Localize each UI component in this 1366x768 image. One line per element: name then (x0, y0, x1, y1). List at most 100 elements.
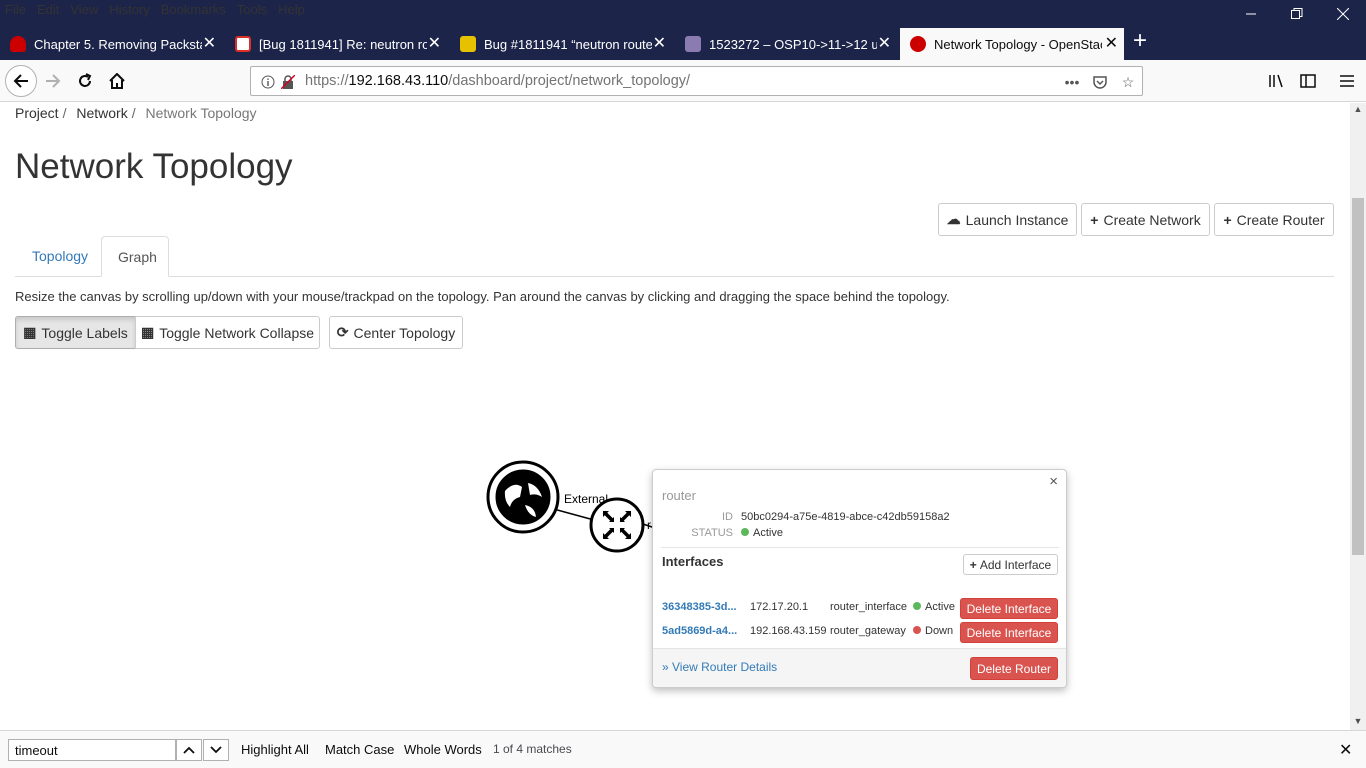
browser-tab-active[interactable]: Network Topology - OpenStack ✕ (900, 28, 1124, 60)
create-network-button[interactable]: + Create Network (1081, 203, 1210, 236)
refresh-icon: ⟳ (336, 324, 349, 340)
new-tab-icon[interactable]: + (1128, 29, 1152, 54)
add-interface-label: Add Interface (979, 557, 1052, 572)
router-popup: × router ID 50bc0294-a75e-4819-abce-c42d… (652, 469, 1067, 688)
plus-icon: + (1090, 211, 1099, 228)
interface-row: 36348385-3d... 172.17.20.1 router_interf… (662, 598, 1062, 619)
home-icon[interactable] (103, 67, 131, 95)
find-next-icon[interactable] (203, 739, 229, 761)
bookmark-star-icon[interactable]: ☆ (1119, 73, 1137, 91)
bugzilla-favicon-icon (685, 36, 701, 52)
create-router-button[interactable]: + Create Router (1214, 203, 1334, 236)
launch-instance-button[interactable]: ☁ Launch Instance (938, 203, 1077, 236)
whole-words-toggle[interactable]: Whole Words (404, 742, 482, 757)
close-tab-icon[interactable]: ✕ (203, 36, 216, 52)
page-actions-icon[interactable]: ••• (1063, 73, 1081, 91)
pocket-icon[interactable] (1091, 73, 1109, 91)
library-icon[interactable] (1262, 67, 1290, 95)
page-title: Network Topology (15, 147, 293, 186)
popup-title: router (662, 488, 696, 503)
scroll-down-arrow-icon[interactable]: ▼ (1352, 716, 1364, 728)
browser-tab[interactable]: 1523272 – OSP10->11->12 upg ✕ (675, 28, 897, 60)
tab-title: Chapter 5. Removing Packstack (34, 36, 202, 52)
close-tab-icon[interactable]: ✕ (653, 36, 666, 52)
close-tab-icon[interactable]: ✕ (1105, 36, 1118, 52)
hamburger-menu-icon[interactable] (1333, 67, 1361, 95)
breadcrumb-network[interactable]: Network (76, 105, 127, 121)
interface-status: Active (913, 601, 955, 613)
forward-arrow-icon[interactable] (39, 67, 67, 95)
menu-edit[interactable]: Edit (32, 0, 65, 22)
interface-row: 5ad5869d-a4... 192.168.43.159 router_gat… (662, 622, 1062, 643)
find-match-count: 1 of 4 matches (493, 742, 572, 756)
browser-tab[interactable]: Bug #1811941 “neutron routers ✕ (450, 28, 672, 60)
close-icon[interactable]: × (1049, 473, 1058, 490)
menu-history[interactable]: History (104, 0, 155, 22)
launch-instance-label: Launch Instance (965, 211, 1069, 228)
interfaces-heading: Interfaces (662, 554, 724, 569)
close-find-bar-icon[interactable]: ✕ (1339, 740, 1352, 760)
toggle-labels-button[interactable]: ▦ Toggle Labels (15, 316, 136, 349)
router-node-icon[interactable] (589, 497, 645, 553)
close-tab-icon[interactable]: ✕ (878, 36, 891, 52)
breadcrumb-project[interactable]: Project (15, 105, 59, 121)
create-network-label: Create Network (1103, 211, 1201, 228)
delete-router-button[interactable]: Delete Router (970, 657, 1058, 680)
tab-strip: Chapter 5. Removing Packstack ✕ [Bug 181… (0, 22, 1366, 60)
popup-footer: » View Router Details Delete Router (653, 648, 1066, 687)
id-label: ID (722, 511, 733, 523)
menu-file[interactable]: File (0, 0, 32, 22)
menu-help[interactable]: Help (273, 0, 311, 22)
interface-status-value: Down (925, 625, 954, 637)
browser-tab[interactable]: [Bug 1811941] Re: neutron rout ✕ (225, 28, 447, 60)
scrollbar-thumb[interactable] (1352, 198, 1364, 555)
interface-id-link[interactable]: 5ad5869d-a4... (662, 625, 737, 637)
back-arrow-icon[interactable] (5, 65, 37, 97)
interface-ip: 192.168.43.159 (750, 625, 827, 637)
info-icon[interactable] (259, 73, 277, 91)
center-topology-label: Center Topology (353, 324, 456, 341)
delete-interface-button[interactable]: Delete Interface (960, 598, 1058, 619)
close-tab-icon[interactable]: ✕ (428, 36, 441, 52)
interface-status: Down (913, 625, 953, 637)
insecure-lock-icon[interactable] (279, 73, 297, 91)
browser-tab[interactable]: Chapter 5. Removing Packstack ✕ (0, 28, 222, 60)
divider (661, 547, 1059, 548)
toggle-network-collapse-button[interactable]: ▦ Toggle Network Collapse (135, 316, 320, 349)
router-status-value: Active (753, 527, 783, 539)
tab-topology[interactable]: Topology (15, 236, 105, 277)
sidebar-icon[interactable] (1294, 67, 1322, 95)
center-topology-button[interactable]: ⟳ Center Topology (329, 316, 463, 349)
find-input[interactable] (8, 739, 176, 761)
view-tabs: Topology Graph (15, 236, 1334, 277)
interface-type: router_gateway (830, 625, 906, 637)
interface-id-link[interactable]: 36348385-3d... (662, 601, 737, 613)
find-previous-icon[interactable] (176, 739, 202, 761)
menu-bar: File Edit View History Bookmarks Tools H… (0, 0, 311, 22)
router-label: r (647, 518, 651, 532)
status-dot-icon (913, 626, 921, 635)
reload-icon[interactable] (71, 67, 99, 95)
topology-graph[interactable]: External r (480, 453, 660, 563)
delete-interface-button[interactable]: Delete Interface (960, 622, 1058, 643)
url-bar[interactable]: https://192.168.43.110/dashboard/project… (250, 66, 1143, 96)
view-router-details-link[interactable]: » View Router Details (662, 660, 777, 674)
add-interface-button[interactable]: + Add Interface (963, 554, 1058, 575)
find-bar: Highlight All Match Case Whole Words 1 o… (0, 730, 1366, 768)
redhat-favicon-icon (10, 36, 26, 52)
tab-title: [Bug 1811941] Re: neutron rout (259, 36, 427, 52)
menu-view[interactable]: View (65, 0, 104, 22)
highlight-all-toggle[interactable]: Highlight All (241, 742, 309, 757)
plus-icon: + (1223, 211, 1232, 228)
external-network-node-icon[interactable] (486, 460, 560, 534)
gmail-favicon-icon (235, 36, 251, 52)
tab-title: Network Topology - OpenStack (934, 36, 1102, 52)
tab-graph[interactable]: Graph (101, 236, 169, 277)
match-case-toggle[interactable]: Match Case (325, 742, 394, 757)
scroll-up-arrow-icon[interactable]: ▲ (1352, 104, 1364, 116)
status-label: STATUS (691, 527, 733, 539)
breadcrumb: Project / Network / Network Topology (15, 105, 257, 121)
canvas-hint-text: Resize the canvas by scrolling up/down w… (15, 289, 950, 304)
menu-tools[interactable]: Tools (232, 0, 273, 22)
menu-bookmarks[interactable]: Bookmarks (156, 0, 232, 22)
